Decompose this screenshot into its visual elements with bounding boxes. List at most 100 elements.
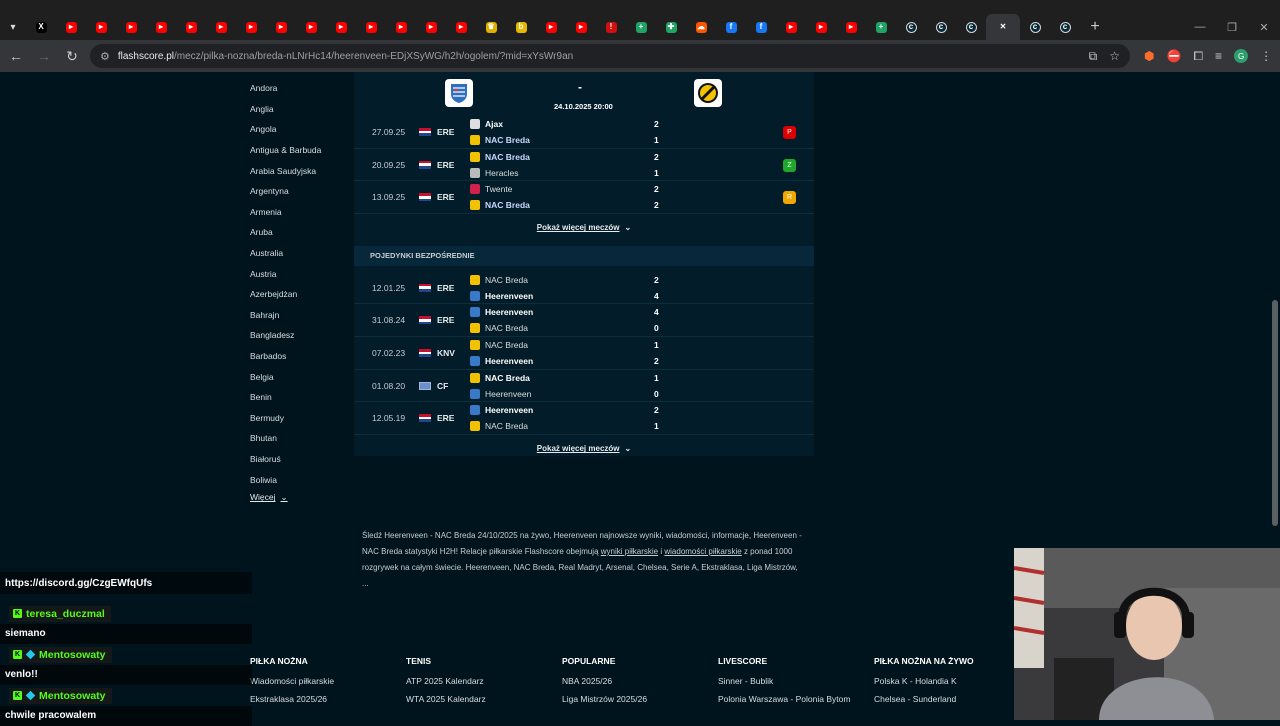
country-link[interactable]: Australia — [250, 243, 350, 264]
match-row[interactable]: 27.09.25 ERE Ajax 2 NAC Breda 1 P — [354, 116, 814, 149]
country-link[interactable]: Argentyna — [250, 181, 350, 202]
country-link[interactable]: Barbados — [250, 346, 350, 367]
footer-link[interactable]: Polska K - Holandia K — [874, 676, 1024, 686]
new-tab-button[interactable]: + — [1080, 18, 1110, 36]
country-link[interactable]: Bangladesz — [250, 325, 350, 346]
browser-tab[interactable]: c — [1020, 14, 1050, 40]
browser-tab[interactable]: ▸ — [536, 14, 566, 40]
browser-tab[interactable]: ♛ — [476, 14, 506, 40]
show-more-last-matches[interactable]: Pokaż więcej meczów ⌄ — [354, 214, 814, 242]
browser-tab[interactable]: ▸ — [356, 14, 386, 40]
country-link[interactable]: Bermudy — [250, 408, 350, 429]
browser-tab[interactable]: ✚ — [656, 14, 686, 40]
footer-link[interactable]: Liga Mistrzów 2025/26 — [562, 694, 712, 704]
show-more-direct-matches[interactable]: Pokaż więcej meczów ⌄ — [354, 435, 814, 463]
team-logo-icon — [470, 307, 480, 318]
browser-tab[interactable]: ▸ — [296, 14, 326, 40]
browser-tab[interactable]: c — [956, 14, 986, 40]
match-row[interactable]: 01.08.20 CF NAC Breda 1 Heerenveen 0 — [354, 370, 814, 403]
browser-tab[interactable]: + — [626, 14, 656, 40]
footer-link[interactable]: ATP 2025 Kalendarz — [406, 676, 556, 686]
extensions-puzzle-icon[interactable]: ⧠ — [1193, 49, 1203, 64]
country-link[interactable]: Aruba — [250, 222, 350, 243]
extension-icon[interactable]: ⬢ — [1144, 49, 1154, 63]
more-menu-icon[interactable]: ⋮ — [1260, 49, 1272, 63]
adblock-icon[interactable]: ⛔ — [1166, 49, 1181, 63]
country-link[interactable]: Benin — [250, 387, 350, 408]
football-news-link[interactable]: wiadomości piłkarskie — [664, 547, 741, 556]
media-controls-icon[interactable]: ≡ — [1215, 49, 1222, 63]
address-bar[interactable]: ⚙ flashscore.pl/mecz/pilka-nozna/breda-n… — [90, 44, 1130, 68]
browser-tab[interactable]: ! — [596, 14, 626, 40]
match-row[interactable]: 12.05.19 ERE Heerenveen 2 NAC Breda 1 — [354, 402, 814, 435]
more-countries-link[interactable]: Więcej ⌄ — [250, 492, 350, 503]
country-link[interactable]: Azerbejdżan — [250, 284, 350, 305]
footer-link[interactable]: Chelsea - Sunderland — [874, 694, 1024, 704]
page-scrollbar[interactable] — [1272, 300, 1278, 526]
browser-tab[interactable]: c — [896, 14, 926, 40]
browser-tab[interactable]: ▸ — [146, 14, 176, 40]
football-results-link[interactable]: wyniki piłkarskie — [601, 547, 658, 556]
footer-link[interactable]: WTA 2025 Kalendarz — [406, 694, 556, 704]
back-button[interactable]: ← — [4, 44, 28, 68]
nac-breda-crest[interactable] — [694, 79, 722, 107]
browser-tab[interactable]: f — [716, 14, 746, 40]
close-window-icon[interactable]: ✕ — [1248, 21, 1280, 34]
profile-avatar[interactable]: G — [1234, 49, 1249, 63]
match-row[interactable]: 20.09.25 ERE NAC Breda 2 Heracles 1 Z — [354, 149, 814, 182]
browser-tab[interactable]: ▸ — [836, 14, 866, 40]
country-link[interactable]: Austria — [250, 263, 350, 284]
forward-button[interactable]: → — [32, 44, 56, 68]
browser-tab[interactable]: b — [506, 14, 536, 40]
bookmark-star-icon[interactable]: ☆ — [1109, 49, 1120, 64]
country-link[interactable]: Białoruś — [250, 449, 350, 470]
browser-tab[interactable]: ▸ — [116, 14, 146, 40]
country-link[interactable]: Angola — [250, 119, 350, 140]
match-row[interactable]: 31.08.24 ERE Heerenveen 4 NAC Breda 0 — [354, 304, 814, 337]
install-app-icon[interactable]: ⧉ — [1089, 49, 1098, 64]
site-settings-icon[interactable]: ⚙ — [100, 50, 110, 63]
browser-tab[interactable]: ▸ — [326, 14, 356, 40]
footer-link[interactable]: Sinner - Bublik — [718, 676, 868, 686]
minimize-icon[interactable]: — — [1184, 21, 1216, 34]
country-link[interactable]: Bahrajn — [250, 305, 350, 326]
browser-tab[interactable]: ▸ — [446, 14, 476, 40]
browser-tab[interactable]: ▸ — [236, 14, 266, 40]
browser-tab[interactable]: + — [866, 14, 896, 40]
match-row[interactable]: 12.01.25 ERE NAC Breda 2 Heerenveen 4 — [354, 272, 814, 305]
match-row[interactable]: 07.02.23 KNV NAC Breda 1 Heerenveen 2 — [354, 337, 814, 370]
browser-tab[interactable]: ▸ — [266, 14, 296, 40]
tab-search-chevron-down-icon[interactable]: ▾ — [0, 14, 26, 40]
country-link[interactable]: Bhutan — [250, 428, 350, 449]
country-link[interactable]: Boliwia — [250, 469, 350, 490]
browser-tab[interactable]: c — [1050, 14, 1080, 40]
restore-icon[interactable]: ❐ — [1216, 21, 1248, 34]
browser-tab[interactable]: ▸ — [56, 14, 86, 40]
footer-link[interactable]: Polonia Warszawa - Polonia Bytom — [718, 694, 868, 704]
browser-tab[interactable]: ▸ — [806, 14, 836, 40]
browser-tab[interactable]: ▸ — [566, 14, 596, 40]
footer-link[interactable]: NBA 2025/26 — [562, 676, 712, 686]
reload-button[interactable]: ↻ — [60, 44, 84, 68]
country-link[interactable]: Belgia — [250, 366, 350, 387]
country-link[interactable]: Andora — [250, 78, 350, 99]
browser-tab[interactable]: X — [26, 14, 56, 40]
match-row[interactable]: 13.09.25 ERE Twente 2 NAC Breda 2 R — [354, 181, 814, 214]
browser-tab[interactable]: ▸ — [86, 14, 116, 40]
country-link[interactable]: Anglia — [250, 99, 350, 120]
country-link[interactable]: Arabia Saudyjska — [250, 160, 350, 181]
footer-link[interactable]: Wiadomości piłkarskie — [250, 676, 400, 686]
browser-tab[interactable]: ▸ — [386, 14, 416, 40]
heerenveen-crest[interactable] — [445, 79, 473, 107]
browser-tab[interactable]: c — [926, 14, 956, 40]
browser-tab[interactable]: ▸ — [176, 14, 206, 40]
browser-tab[interactable]: ▸ — [416, 14, 446, 40]
browser-tab[interactable]: ☁ — [686, 14, 716, 40]
browser-tab[interactable]: ▸ — [776, 14, 806, 40]
footer-link[interactable]: Ekstraklasa 2025/26 — [250, 694, 400, 704]
browser-tab[interactable]: ▸ — [206, 14, 236, 40]
country-link[interactable]: Armenia — [250, 202, 350, 223]
browser-tab[interactable]: f — [746, 14, 776, 40]
country-link[interactable]: Antigua & Barbuda — [250, 140, 350, 161]
tab-active[interactable]: ✕ — [986, 14, 1020, 40]
